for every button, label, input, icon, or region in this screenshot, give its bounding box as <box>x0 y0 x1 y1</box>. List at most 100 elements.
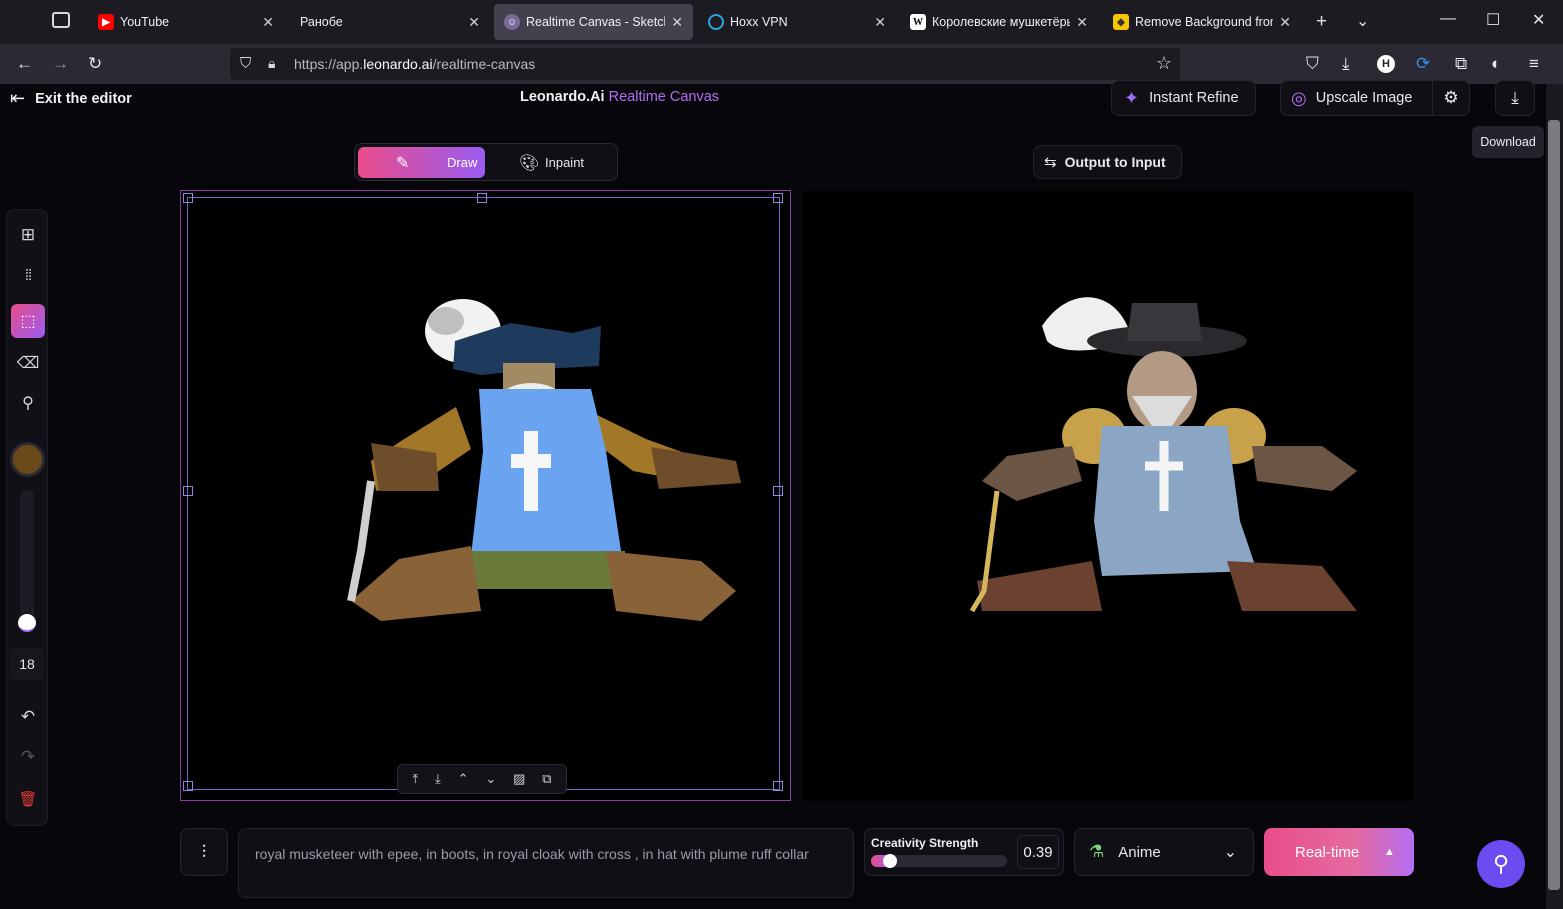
gear-icon: ⚙ <box>1443 88 1459 107</box>
tab-overflow-chevron-icon[interactable]: ⌄ <box>1356 11 1369 31</box>
bring-to-front-icon[interactable]: ⤒ <box>412 771 418 787</box>
exit-arrow-icon: ⇤ <box>10 88 26 108</box>
exit-label: Exit the editor <box>35 90 132 107</box>
trash-icon: 🗑︎ <box>18 791 38 808</box>
tooltip-text: Download <box>1480 135 1536 149</box>
inpaint-mode-button[interactable]: 🎨︎ Inpaint <box>489 147 615 178</box>
url-text[interactable]: https://app.leonardo.ai/realtime-canvas <box>294 56 535 72</box>
address-bar[interactable]: ⛉ 🔒︎ https://app.leonardo.ai/realtime-ca… <box>230 48 1180 80</box>
close-tab-icon[interactable]: ✕ <box>1076 14 1088 31</box>
redo-button[interactable]: ↷ <box>11 740 45 774</box>
paint-brush-tool[interactable]: ⚲ <box>11 386 45 420</box>
add-image-icon: ⊞ <box>20 225 36 244</box>
new-tab-icon[interactable]: + <box>1316 11 1327 33</box>
eraser-tool[interactable]: ⌫ <box>11 346 45 380</box>
exit-editor-button[interactable]: ⇤ Exit the editor <box>10 88 132 109</box>
prompt-input[interactable]: royal musketeer with epee, in boots, in … <box>238 828 854 898</box>
output-canvas <box>802 191 1414 801</box>
browser-tab-wikipedia[interactable]: W Королевские мушкетёры - ✕ <box>900 4 1098 40</box>
duplicate-icon[interactable]: ⧉ <box>542 771 551 787</box>
move-down-icon[interactable]: ⌄ <box>485 771 496 787</box>
browser-nav-bar: ← → ↻ ⛉ 🔒︎ https://app.leonardo.ai/realt… <box>0 44 1563 84</box>
sliders-icon: ⫶ <box>201 841 207 862</box>
forward-icon[interactable]: → <box>52 54 69 74</box>
add-image-tool[interactable]: ⊞ <box>11 218 45 252</box>
translate-extension-icon[interactable]: ⟳ <box>1416 54 1430 74</box>
extension-palette-icon[interactable]: ◐ <box>1491 54 1501 74</box>
extensions-puzzle-icon[interactable]: ⧉ <box>1455 54 1467 74</box>
delete-button[interactable]: 🗑︎ <box>11 782 45 816</box>
input-canvas[interactable]: ⤒ ⤓ ⌃ ⌄ ▨ ⧉ <box>180 190 791 801</box>
hoxx-icon <box>708 14 724 30</box>
prompt-text: royal musketeer with epee, in boots, in … <box>255 846 809 862</box>
brush-size-slider-thumb[interactable] <box>18 614 36 632</box>
pocket-icon[interactable]: ⛉ <box>1306 54 1319 74</box>
move-up-icon[interactable]: ⌃ <box>458 771 469 787</box>
shield-icon[interactable]: ⛉ <box>240 55 251 72</box>
close-tab-icon[interactable]: ✕ <box>671 14 683 31</box>
browser-tab-ranobe[interactable]: Ранобе ✕ <box>290 4 490 40</box>
downloads-icon[interactable]: ⤓ <box>1342 54 1350 74</box>
generate-button[interactable]: Real-time ▲ <box>1264 828 1414 876</box>
upscale-orbit-icon: ◎ <box>1291 87 1307 108</box>
brush-stroke-icon: ✎ <box>396 154 410 172</box>
browser-tab-youtube[interactable]: ▶ YouTube ✕ <box>88 4 284 40</box>
brush-size-slider[interactable] <box>18 490 36 632</box>
back-icon[interactable]: ← <box>16 54 33 74</box>
close-tab-icon[interactable]: ✕ <box>874 14 886 31</box>
close-window-icon[interactable]: ✕ <box>1532 10 1545 30</box>
lock-icon[interactable]: 🔒︎ <box>268 55 275 72</box>
mode-toggle: ✎ Draw 🎨︎ Inpaint <box>354 143 618 181</box>
creativity-slider-thumb[interactable] <box>883 854 897 868</box>
eraser-icon: ⌫ <box>16 355 40 372</box>
undo-button[interactable]: ↶ <box>11 700 45 734</box>
upscale-settings-button[interactable]: ⚙ <box>1432 80 1470 116</box>
tab-list-icon[interactable] <box>52 12 70 28</box>
help-search-button[interactable]: ⚲ <box>1477 840 1525 888</box>
extension-h-icon[interactable]: H <box>1377 55 1395 73</box>
tab-title: Hoxx VPN <box>730 15 788 29</box>
style-label: Anime <box>1118 843 1161 861</box>
browser-tab-realtime-canvas[interactable]: ☺ Realtime Canvas - Sketch to ✕ <box>494 4 693 40</box>
maximize-window-icon[interactable]: ☐ <box>1486 10 1500 30</box>
leonardo-app: ⇤ Exit the editor Leonardo.Ai Realtime C… <box>0 80 1546 909</box>
brush-size-value[interactable]: 18 <box>10 648 44 680</box>
caret-up-icon[interactable]: ▲ <box>1384 846 1395 858</box>
creativity-value-box[interactable]: 0.39 <box>1017 835 1059 869</box>
hatch-icon[interactable]: ▨ <box>513 771 525 787</box>
minimize-window-icon[interactable]: — <box>1440 10 1456 28</box>
wikipedia-icon: W <box>910 14 926 30</box>
brush-color-swatch[interactable] <box>10 442 45 477</box>
page-scrollbar-thumb[interactable] <box>1548 120 1560 890</box>
close-tab-icon[interactable]: ✕ <box>1279 14 1291 31</box>
close-tab-icon[interactable]: ✕ <box>468 14 480 31</box>
upscale-image-button[interactable]: ◎ Upscale Image <box>1280 80 1433 116</box>
menu-hamburger-icon[interactable]: ≡ <box>1529 54 1539 74</box>
reload-icon[interactable]: ↻ <box>88 54 102 74</box>
sketch-drawing <box>347 299 741 621</box>
leonardo-icon: ☺ <box>504 14 520 30</box>
grid-dots-icon: ⁞⁞ <box>24 266 32 284</box>
style-dropdown[interactable]: ⚗ Anime ⌄ <box>1074 828 1254 876</box>
sparkle-icon: ✦ <box>1124 87 1140 108</box>
output-to-input-button[interactable]: ⇆ Output to Input <box>1033 145 1182 179</box>
output-to-input-label: Output to Input <box>1064 154 1166 170</box>
selection-cursor-icon: ⬚ <box>20 313 36 330</box>
creativity-slider-track[interactable] <box>871 854 1007 868</box>
download-button[interactable]: ⤓ <box>1495 80 1535 116</box>
search-icon: ⚲ <box>1492 851 1510 876</box>
browser-tab-hoxx[interactable]: Hoxx VPN ✕ <box>698 4 896 40</box>
tab-title: Королевские мушкетёры - <box>932 15 1071 29</box>
bookmark-star-icon[interactable]: ☆ <box>1156 53 1172 74</box>
close-tab-icon[interactable]: ✕ <box>262 14 274 31</box>
generated-image <box>969 297 1357 613</box>
browser-tab-removebg[interactable]: ◆ Remove Background from I ✕ <box>1103 4 1301 40</box>
prompt-settings-button[interactable]: ⫶ <box>180 828 228 876</box>
paint-roller-icon: ⚲ <box>22 395 34 412</box>
instant-refine-button[interactable]: ✦ Instant Refine <box>1111 80 1256 116</box>
style-potion-icon: ⚗ <box>1089 842 1105 861</box>
grid-tool[interactable]: ⁞⁞ <box>11 258 45 292</box>
send-to-back-icon[interactable]: ⤓ <box>435 771 441 787</box>
select-tool[interactable]: ⬚ <box>11 304 45 338</box>
draw-mode-button[interactable]: ✎ Draw <box>358 147 485 178</box>
